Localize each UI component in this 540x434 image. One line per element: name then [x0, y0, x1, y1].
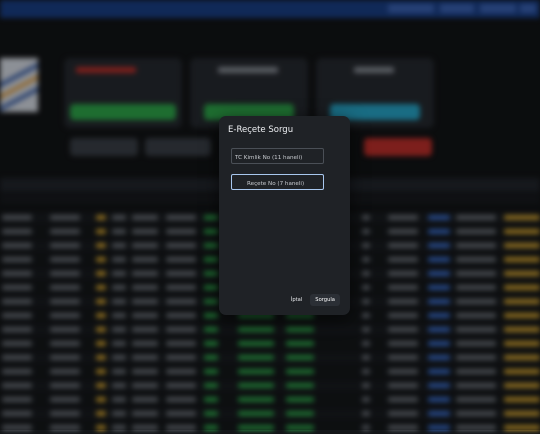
- submit-button[interactable]: Sorgula: [310, 294, 340, 306]
- dialog-title: E-Reçete Sorgu: [228, 125, 294, 135]
- cancel-button[interactable]: İptal: [287, 294, 306, 306]
- tc-kimlik-input[interactable]: [231, 148, 324, 164]
- erecete-dialog: E-Reçete Sorgu İptal Sorgula: [219, 116, 350, 315]
- recete-no-input[interactable]: [231, 174, 324, 190]
- dialog-actions: İptal Sorgula: [287, 294, 340, 306]
